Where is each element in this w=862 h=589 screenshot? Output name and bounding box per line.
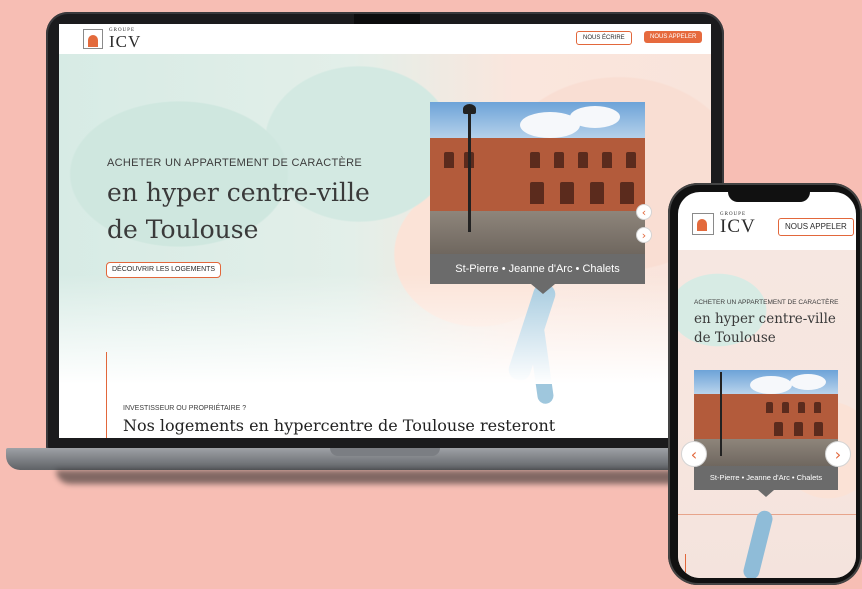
- hero-kicker: ACHETER UN APPARTEMENT DE CARACTÈRE: [107, 157, 362, 169]
- phone-screen: GROUPE ICV NOUS APPELER ACHETER UN APPAR…: [678, 192, 856, 578]
- chevron-left-icon: ‹: [641, 205, 647, 219]
- carousel-prev-button[interactable]: ‹: [636, 204, 652, 220]
- carousel-next-button[interactable]: ›: [825, 441, 851, 467]
- map-fade: [59, 274, 711, 384]
- photo-caption: St-Pierre • Jeanne d'Arc • Chalets: [430, 254, 645, 284]
- arch-logo-icon: [83, 29, 103, 49]
- section-accent-line: [106, 352, 107, 438]
- place-photo: [430, 102, 645, 254]
- arch-logo-icon: [692, 213, 714, 235]
- hero-title: en hyper centre-ville de Toulouse: [107, 178, 370, 244]
- laptop-hinge-lip: [330, 448, 440, 456]
- phone-camera-notch: [728, 188, 810, 202]
- section-accent-line: [685, 554, 686, 578]
- laptop-screen: GROUPE ICV NOUS ÉCRIRE NOUS APPELER ACHE…: [59, 24, 711, 438]
- site-header: GROUPE ICV NOUS ÉCRIRE NOUS APPELER: [59, 24, 711, 54]
- section-kicker: INVESTISSEUR OU PROPRIÉTAIRE ?: [123, 405, 247, 412]
- chevron-right-icon: ›: [834, 444, 842, 464]
- caption-pointer: [758, 490, 774, 497]
- section-title: Nos logements en hypercentre de Toulouse…: [123, 416, 556, 435]
- caption-pointer: [531, 284, 555, 294]
- site-logo[interactable]: GROUPE ICV: [83, 28, 141, 50]
- place-photo: [694, 370, 838, 466]
- chevron-left-icon: ‹: [690, 444, 698, 464]
- site-logo[interactable]: GROUPE ICV: [692, 212, 756, 236]
- call-us-button[interactable]: NOUS APPELER: [644, 31, 703, 43]
- chevron-right-icon: ›: [641, 228, 647, 242]
- discover-button[interactable]: DÉCOUVRIR LES LOGEMENTS: [106, 262, 222, 278]
- carousel-prev-button[interactable]: ‹: [681, 441, 707, 467]
- write-us-button[interactable]: NOUS ÉCRIRE: [576, 31, 632, 45]
- hero-kicker: ACHETER UN APPARTEMENT DE CARACTÈRE: [694, 299, 839, 306]
- call-us-button[interactable]: NOUS APPELER: [778, 218, 854, 236]
- laptop-shadow: [56, 470, 716, 484]
- hero-title: en hyper centre-ville de Toulouse: [694, 311, 836, 346]
- logo-big-text: ICV: [109, 32, 142, 51]
- carousel-next-button[interactable]: ›: [636, 227, 652, 243]
- photo-caption: St-Pierre • Jeanne d'Arc • Chalets: [694, 466, 838, 490]
